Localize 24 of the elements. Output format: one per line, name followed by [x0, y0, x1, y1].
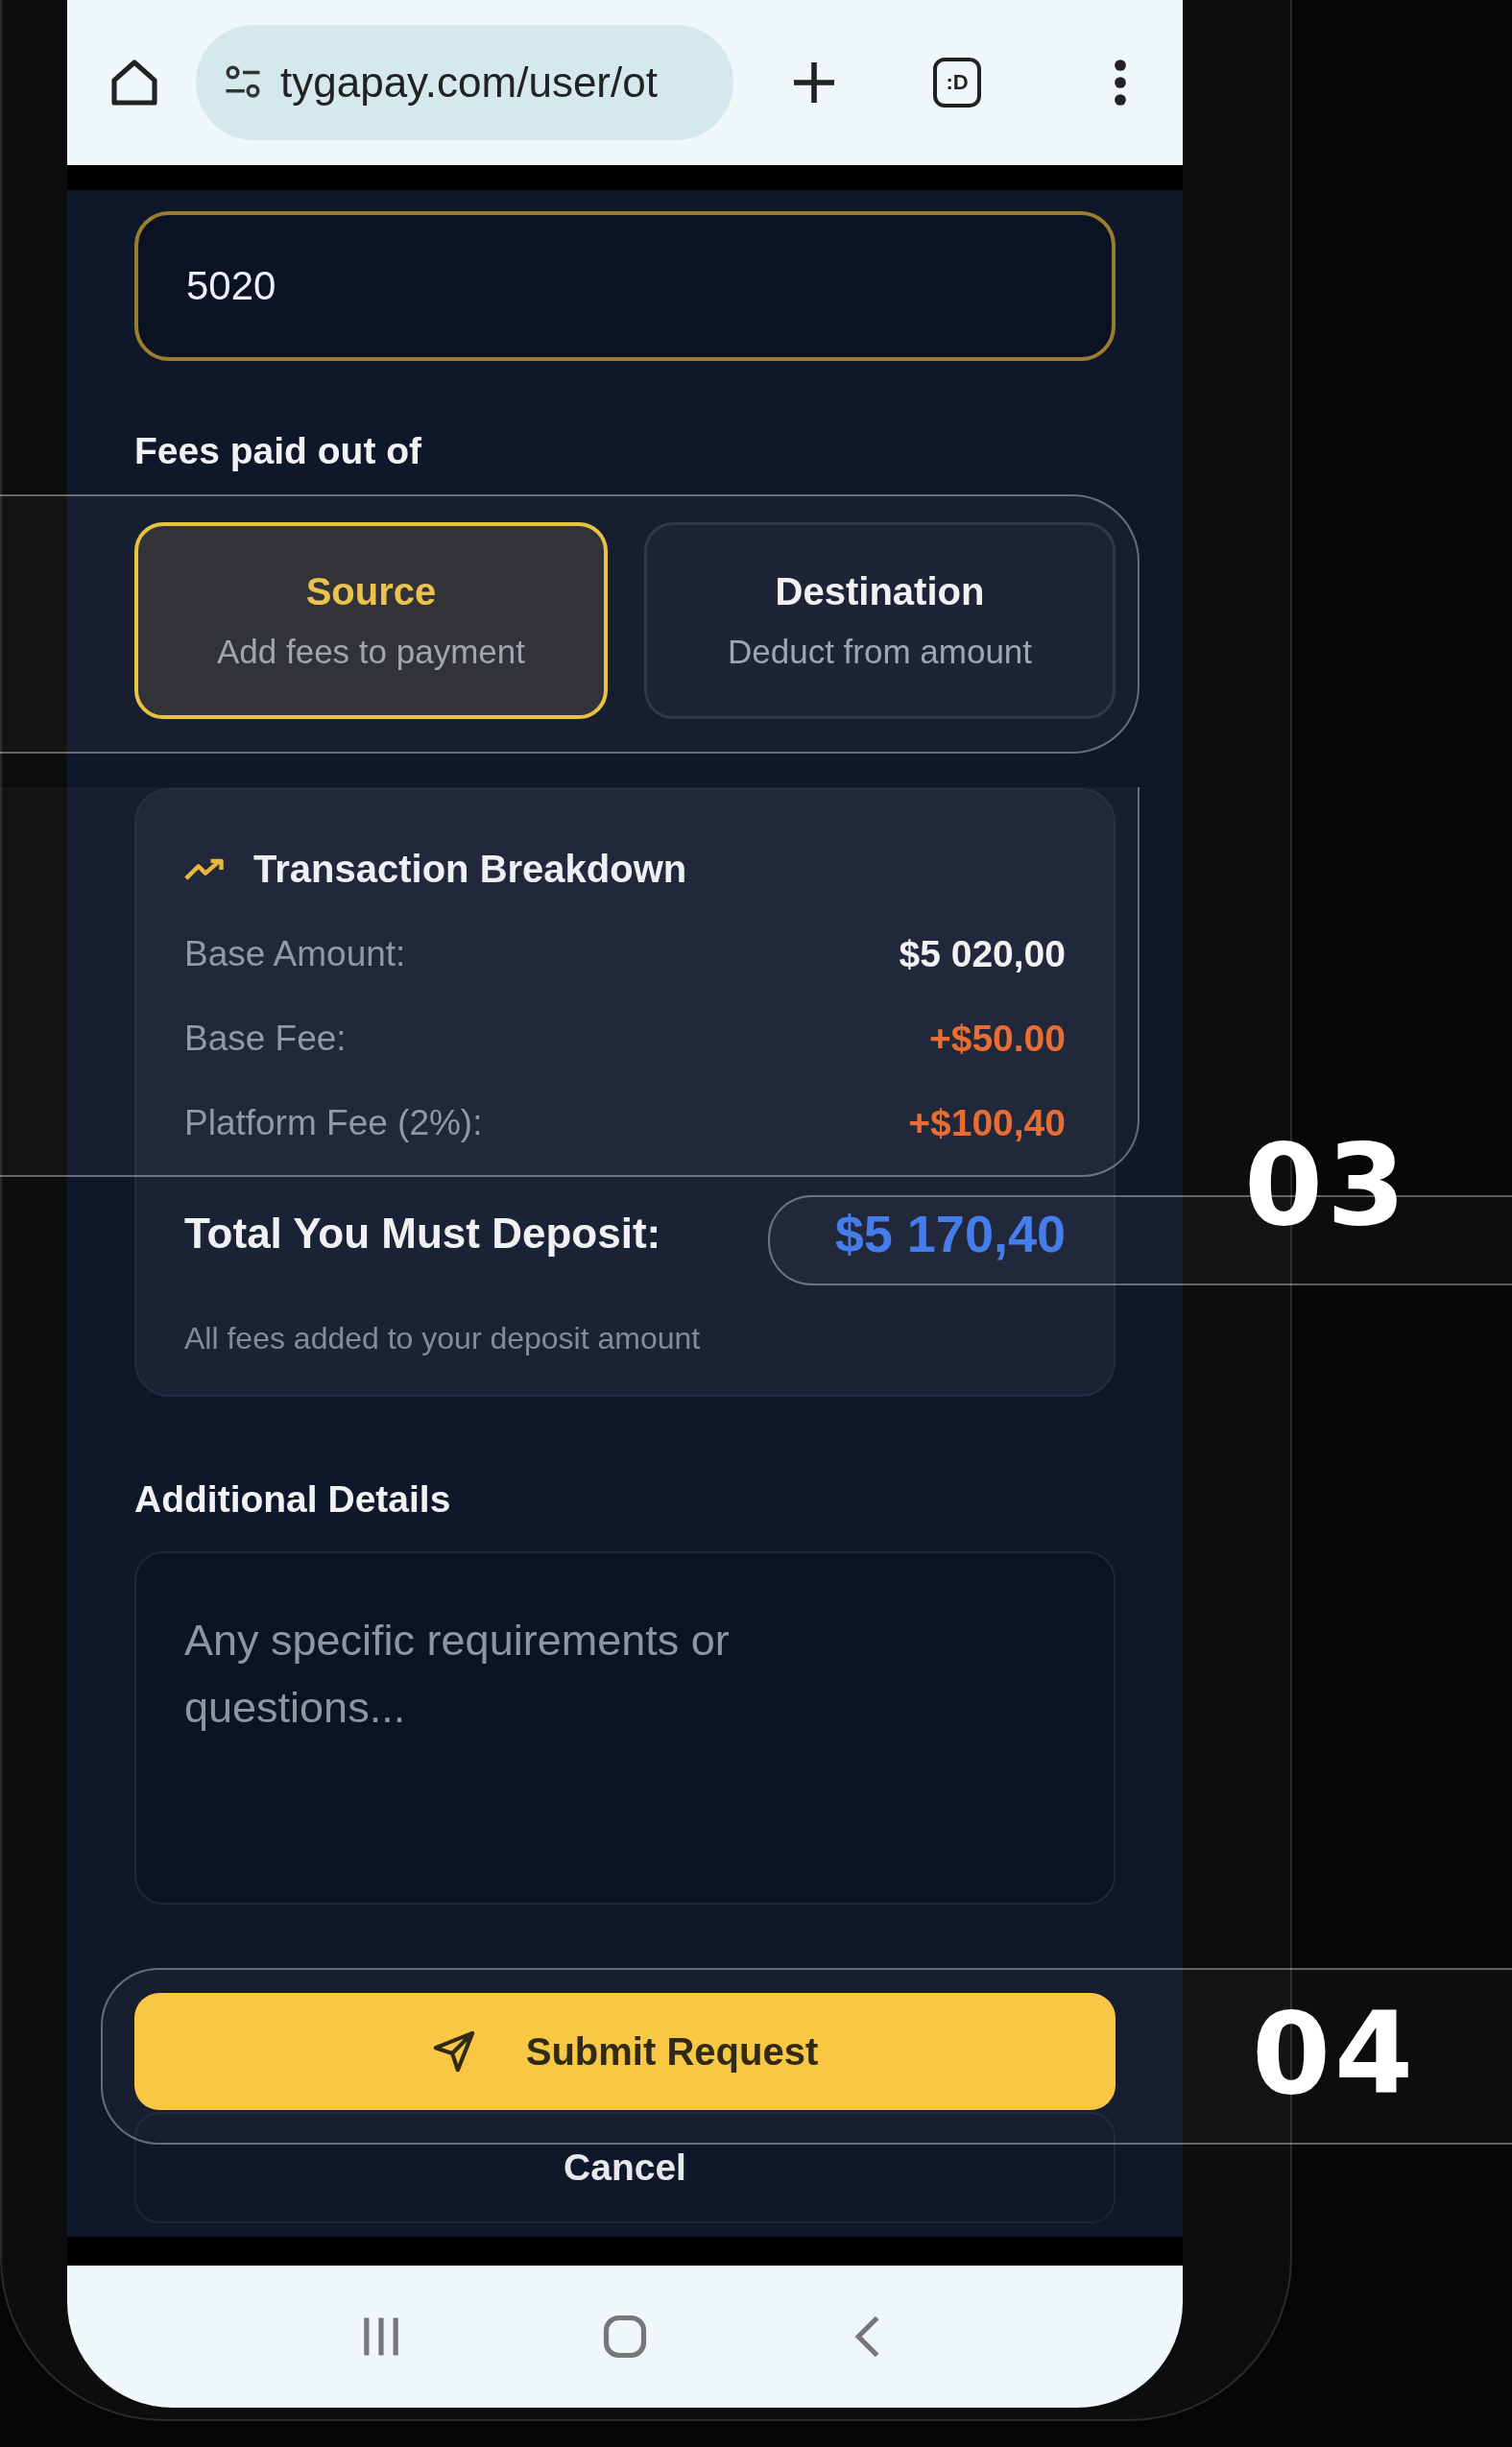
breakdown-label: Base Amount: — [184, 934, 406, 974]
fees-label: Fees paid out of — [134, 430, 422, 472]
breakdown-title: Transaction Breakdown — [253, 848, 687, 891]
breakdown-value: +$100,40 — [908, 1102, 1066, 1144]
details-textarea[interactable]: Any specific requirements or questions... — [134, 1551, 1116, 1905]
fee-option-button[interactable]: Destination Deduct from amount — [644, 522, 1116, 719]
address-bar[interactable]: tygapay.com/user/ot — [196, 25, 733, 140]
step-number: 03 — [1244, 1128, 1410, 1241]
fee-note: All fees added to your deposit amount — [184, 1321, 702, 1356]
tab-switcher-button[interactable]: :D — [933, 58, 981, 108]
fee-option-button[interactable]: Source Add fees to payment — [134, 522, 608, 719]
breakdown-label: Base Fee: — [184, 1019, 347, 1059]
total-value: $5 170,40 — [834, 1204, 1066, 1263]
cancel-button[interactable]: Cancel — [134, 2112, 1116, 2223]
breakdown-value: $5 020,00 — [899, 933, 1066, 975]
details-label: Additional Details — [134, 1478, 452, 1521]
amount-input-field[interactable]: 5020 — [134, 211, 1116, 361]
total-label: Total You Must Deposit: — [184, 1210, 661, 1258]
send-icon — [431, 2029, 476, 2074]
breakdown-label: Platform Fee (2%): — [184, 1103, 483, 1143]
submit-button[interactable]: Submit Request — [134, 1993, 1116, 2110]
step-number: 04 — [1252, 1997, 1418, 2110]
breakdown-value: +$50.00 — [928, 1018, 1066, 1060]
trending-up-icon — [184, 856, 227, 882]
